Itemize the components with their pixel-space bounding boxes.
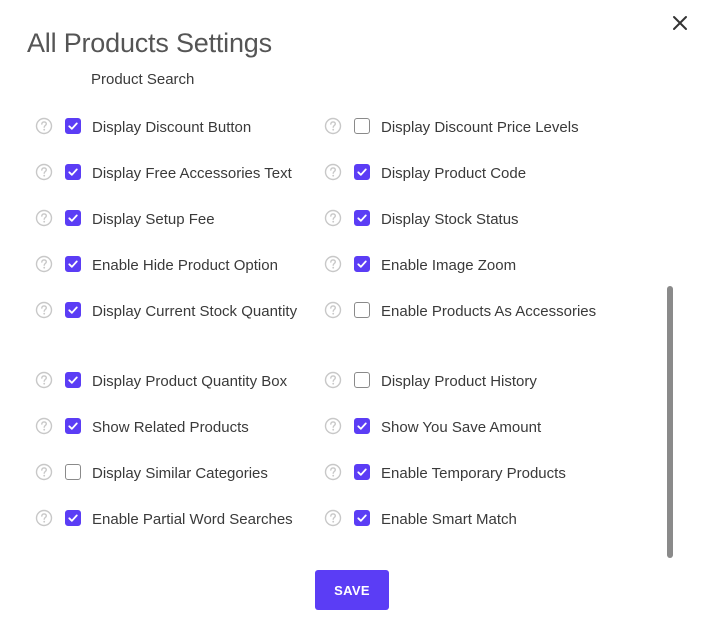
setting-checkbox[interactable]: [65, 418, 81, 434]
setting-label: Enable Image Zoom: [381, 257, 517, 274]
setting-checkbox[interactable]: [65, 464, 81, 480]
setting-checkbox[interactable]: [354, 510, 370, 526]
help-icon[interactable]: [324, 163, 342, 181]
checkmark-icon: [357, 260, 367, 268]
setting-item: Enable Partial Word Searches: [35, 506, 310, 530]
setting-label: Enable Smart Match: [381, 511, 517, 528]
checkmark-icon: [68, 260, 78, 268]
setting-checkbox[interactable]: [354, 418, 370, 434]
setting-checkbox[interactable]: [354, 118, 370, 134]
close-icon: [673, 16, 687, 30]
help-icon[interactable]: [35, 301, 53, 319]
checkmark-icon: [68, 422, 78, 430]
help-icon[interactable]: [35, 463, 53, 481]
setting-item: Display Setup Fee: [35, 206, 310, 230]
setting-label: Display Setup Fee: [92, 211, 215, 228]
setting-label: Enable Partial Word Searches: [92, 511, 293, 528]
checkmark-icon: [357, 514, 367, 522]
setting-item: Display Stock Status: [324, 206, 614, 230]
help-icon[interactable]: [35, 209, 53, 227]
checkmark-icon: [68, 168, 78, 176]
setting-item: Display Similar Categories: [35, 460, 310, 484]
setting-item: Display Current Stock Quantity: [35, 298, 310, 322]
setting-item: Show You Save Amount: [324, 414, 614, 438]
scrollbar[interactable]: [667, 286, 673, 558]
setting-label: Enable Hide Product Option: [92, 257, 278, 274]
section-heading: Product Search: [91, 71, 195, 88]
setting-item: Enable Smart Match: [324, 506, 614, 530]
setting-label: Enable Products As Accessories: [381, 303, 597, 320]
help-icon[interactable]: [324, 371, 342, 389]
checkmark-icon: [68, 514, 78, 522]
help-icon[interactable]: [35, 509, 53, 527]
setting-item: Display Discount Button: [35, 114, 310, 138]
help-icon[interactable]: [35, 371, 53, 389]
save-button[interactable]: SAVE: [315, 570, 389, 610]
setting-item: Enable Hide Product Option: [35, 252, 310, 276]
help-icon[interactable]: [324, 509, 342, 527]
setting-checkbox[interactable]: [65, 510, 81, 526]
setting-item: Enable Image Zoom: [324, 252, 614, 276]
help-icon[interactable]: [35, 117, 53, 135]
help-icon[interactable]: [324, 301, 342, 319]
checkmark-icon: [68, 376, 78, 384]
checkmark-icon: [357, 214, 367, 222]
setting-checkbox[interactable]: [65, 118, 81, 134]
setting-checkbox[interactable]: [354, 302, 370, 318]
setting-item: Enable Temporary Products: [324, 460, 614, 484]
setting-label: Display Discount Price Levels: [381, 119, 579, 136]
dialog-title: All Products Settings: [27, 28, 272, 58]
setting-item: Enable Products As Accessories: [324, 298, 614, 322]
setting-item: Display Discount Price Levels: [324, 114, 614, 138]
setting-label: Display Product Quantity Box: [92, 373, 288, 390]
checkmark-icon: [357, 422, 367, 430]
setting-label: Show You Save Amount: [381, 419, 542, 436]
help-icon[interactable]: [35, 417, 53, 435]
setting-label: Enable Temporary Products: [381, 465, 566, 482]
setting-item: Display Free Accessories Text: [35, 160, 310, 184]
setting-label: Display Current Stock Quantity: [92, 303, 298, 320]
setting-checkbox[interactable]: [65, 372, 81, 388]
help-icon[interactable]: [324, 463, 342, 481]
setting-checkbox[interactable]: [65, 256, 81, 272]
setting-checkbox[interactable]: [354, 256, 370, 272]
setting-label: Display Similar Categories: [92, 465, 268, 482]
help-icon[interactable]: [324, 255, 342, 273]
setting-checkbox[interactable]: [354, 372, 370, 388]
setting-checkbox[interactable]: [65, 302, 81, 318]
setting-item: Display Product History: [324, 368, 614, 392]
setting-checkbox[interactable]: [65, 210, 81, 226]
setting-checkbox[interactable]: [354, 210, 370, 226]
help-icon[interactable]: [324, 417, 342, 435]
setting-label: Display Stock Status: [381, 211, 519, 228]
help-icon[interactable]: [35, 255, 53, 273]
setting-label: Display Product Code: [381, 165, 527, 182]
setting-item: Display Product Code: [324, 160, 614, 184]
help-icon[interactable]: [35, 163, 53, 181]
help-icon[interactable]: [324, 209, 342, 227]
help-icon[interactable]: [324, 117, 342, 135]
setting-item: Display Product Quantity Box: [35, 368, 310, 392]
setting-label: Show Related Products: [92, 419, 249, 436]
setting-item: Show Related Products: [35, 414, 310, 438]
checkmark-icon: [68, 214, 78, 222]
setting-checkbox[interactable]: [65, 164, 81, 180]
setting-checkbox[interactable]: [354, 164, 370, 180]
setting-label: Display Product History: [381, 373, 537, 390]
setting-checkbox[interactable]: [354, 464, 370, 480]
close-button[interactable]: [668, 11, 692, 35]
settings-dialog: All Products Settings Product Search Dis…: [0, 0, 701, 642]
checkmark-icon: [68, 306, 78, 314]
setting-label: Display Free Accessories Text: [92, 165, 292, 182]
setting-label: Display Discount Button: [92, 119, 252, 136]
checkmark-icon: [357, 468, 367, 476]
checkmark-icon: [357, 168, 367, 176]
checkmark-icon: [68, 122, 78, 130]
